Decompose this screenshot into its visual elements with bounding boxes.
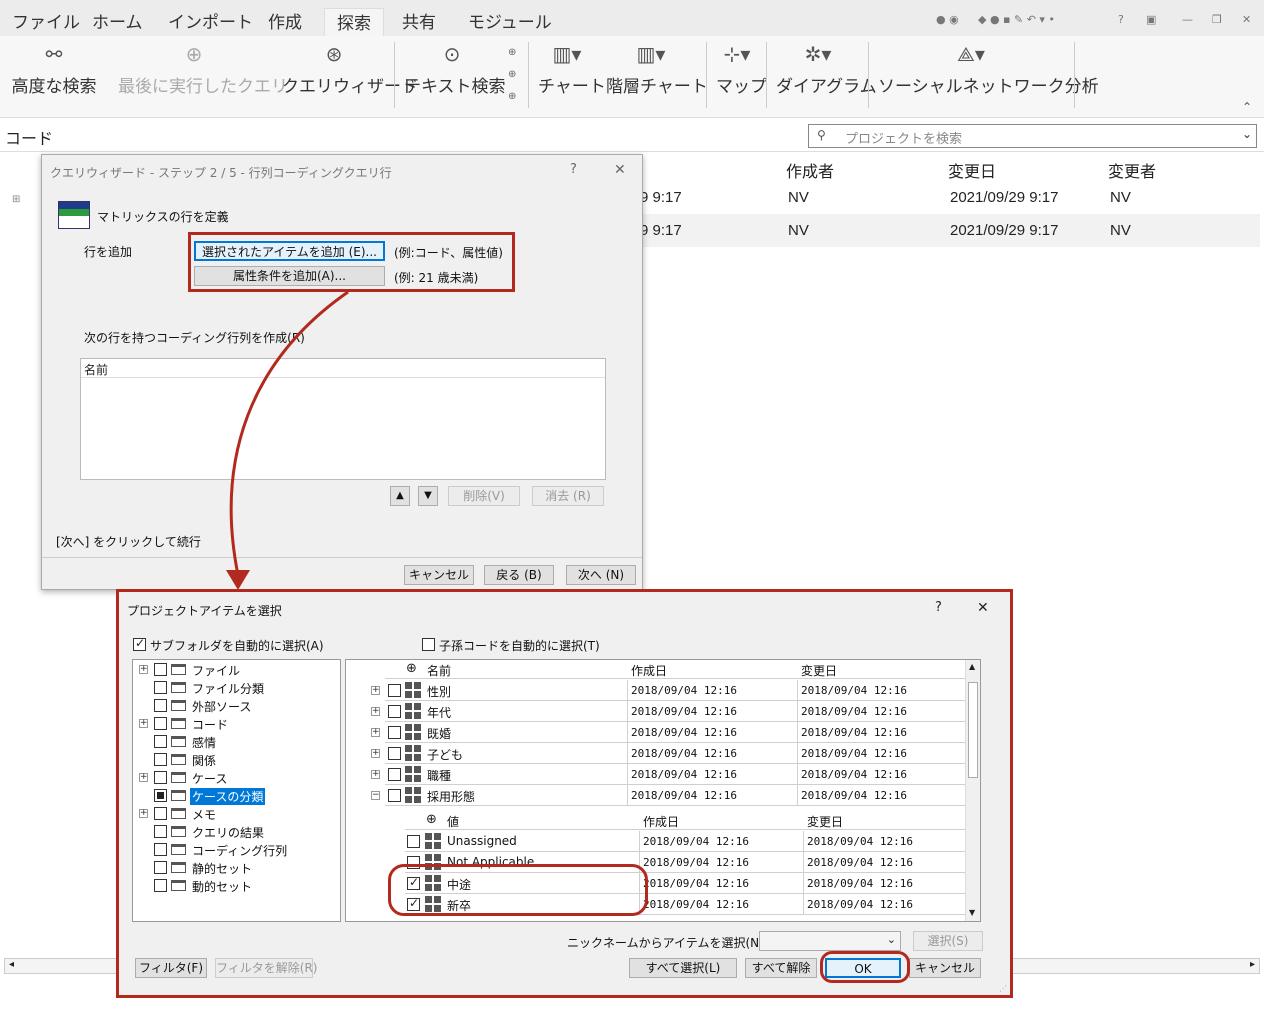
annotation-box xyxy=(116,589,1013,998)
annotation-box xyxy=(388,864,648,916)
annotation-box xyxy=(820,951,910,983)
